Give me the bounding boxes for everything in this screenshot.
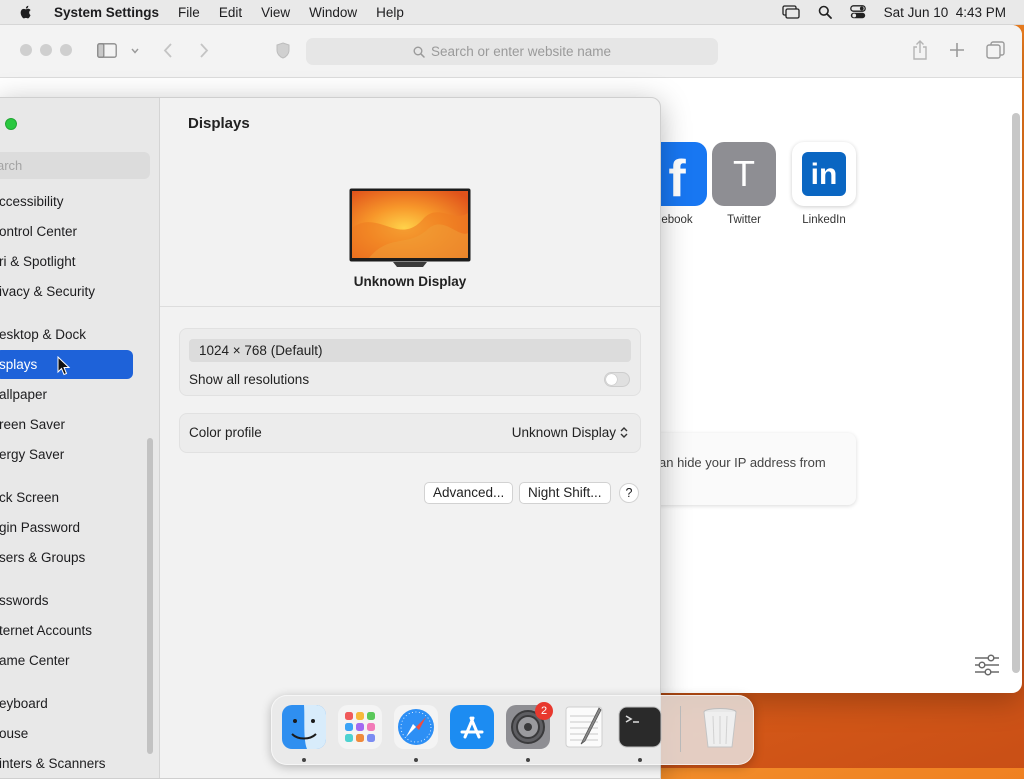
system-settings-window: arch ccessibility ontrol Center ri & Spo… — [0, 97, 661, 779]
forward-arrow-icon[interactable] — [199, 43, 209, 58]
facebook-glyph: f — [668, 150, 686, 208]
menu-file[interactable]: File — [178, 5, 200, 20]
sidebar-item-screen-saver[interactable]: reen Saver — [0, 410, 133, 439]
app-store-icon[interactable] — [449, 704, 495, 750]
page-title: Displays — [188, 115, 250, 132]
favorite-label: LinkedIn — [802, 214, 846, 226]
running-indicator — [638, 758, 642, 762]
menu-window[interactable]: Window — [309, 5, 357, 20]
running-indicator — [302, 758, 306, 762]
resolution-option-default[interactable]: 1024 × 768 (Default) — [189, 339, 631, 362]
show-all-resolutions-toggle[interactable] — [604, 372, 630, 387]
display-monitor-icon[interactable] — [349, 188, 471, 268]
twitter-icon: T — [712, 142, 776, 206]
menu-bar: System Settings File Edit View Window He… — [0, 0, 1024, 25]
sidebar-item-privacy-security[interactable]: ivacy & Security — [0, 277, 133, 306]
running-indicator — [414, 758, 418, 762]
trash-icon[interactable] — [697, 704, 743, 750]
sliders-icon[interactable] — [974, 654, 1000, 676]
color-profile-label: Color profile — [189, 425, 262, 440]
search-icon — [413, 46, 425, 58]
sidebar-item-login-password[interactable]: gin Password — [0, 513, 133, 542]
textedit-icon[interactable] — [561, 704, 607, 750]
safari-toolbar: Search or enter website name — [0, 25, 1022, 78]
resolution-group: 1024 × 768 (Default) Show all resolution… — [179, 328, 641, 396]
menu-app-name[interactable]: System Settings — [54, 5, 159, 20]
menu-help[interactable]: Help — [376, 5, 404, 20]
sidebar-item-desktop-dock[interactable]: esktop & Dock — [0, 320, 133, 349]
spotlight-search-icon[interactable] — [818, 5, 832, 19]
menu-edit[interactable]: Edit — [219, 5, 242, 20]
advanced-button[interactable]: Advanced... — [424, 482, 514, 504]
sidebar-item-energy-saver[interactable]: ergy Saver — [0, 440, 133, 469]
color-profile-group: Color profile Unknown Display — [179, 413, 641, 453]
back-arrow-icon[interactable] — [163, 43, 173, 58]
screen-mirroring-icon[interactable] — [782, 5, 800, 19]
apple-menu-icon[interactable] — [18, 4, 34, 20]
safari-scrollbar[interactable] — [1012, 113, 1020, 673]
sidebar-search-placeholder: arch — [0, 158, 23, 173]
linkedin-icon: in — [792, 142, 856, 206]
favorite-label: ebook — [661, 214, 693, 226]
display-name-label: Unknown Display — [353, 274, 467, 289]
zoom-window-button[interactable] — [60, 44, 72, 56]
favorite-linkedin[interactable]: in LinkedIn — [784, 142, 864, 226]
zoom-window-button[interactable] — [5, 118, 17, 130]
sidebar-item-internet-accounts[interactable]: ternet Accounts — [0, 616, 133, 645]
help-button[interactable]: ? — [619, 483, 639, 503]
notification-badge: 2 — [535, 702, 553, 720]
color-profile-popup[interactable]: Unknown Display — [512, 425, 628, 440]
launchpad-icon[interactable] — [337, 704, 383, 750]
sidebar-item-control-center[interactable]: ontrol Center — [0, 217, 133, 246]
sidebar-item-passwords[interactable]: sswords — [0, 586, 133, 615]
tab-overview-icon[interactable] — [986, 41, 1005, 59]
show-all-resolutions-label: Show all resolutions — [189, 372, 310, 387]
night-shift-button[interactable]: Night Shift... — [519, 482, 611, 504]
favorite-label: Twitter — [727, 214, 761, 226]
address-placeholder: Search or enter website name — [430, 44, 612, 59]
menu-clock[interactable]: Sat Jun 10 4:43 PM — [884, 5, 1006, 20]
sidebar-item-mouse[interactable]: ouse — [0, 719, 133, 748]
address-bar[interactable]: Search or enter website name — [306, 38, 718, 65]
sidebar-item-siri-spotlight[interactable]: ri & Spotlight — [0, 247, 133, 276]
color-profile-value: Unknown Display — [511, 425, 616, 440]
chevron-down-icon[interactable] — [131, 48, 139, 54]
terminal-icon[interactable] — [617, 704, 663, 750]
chevron-up-down-icon — [620, 427, 628, 438]
share-icon[interactable] — [912, 40, 928, 60]
sidebar-item-accessibility[interactable]: ccessibility — [0, 187, 133, 216]
close-window-button[interactable] — [20, 44, 32, 56]
settings-sidebar: arch ccessibility ontrol Center ri & Spo… — [0, 98, 160, 778]
privacy-report-card[interactable]: an hide your IP address from — [640, 433, 856, 505]
dock: 2 — [271, 695, 754, 765]
sidebar-item-keyboard[interactable]: eyboard — [0, 689, 133, 718]
safari-icon[interactable] — [393, 704, 439, 750]
privacy-report-text: an hide your IP address from — [659, 455, 826, 470]
mouse-pointer-icon — [57, 356, 71, 376]
dock-divider — [680, 706, 681, 752]
sidebar-item-printers-scanners[interactable]: inters & Scanners — [0, 749, 133, 778]
sidebar-search-input[interactable]: arch — [0, 152, 150, 179]
display-preview-area: Displays Unknown Display — [160, 98, 660, 307]
sidebar-item-wallpaper[interactable]: allpaper — [0, 380, 133, 409]
displays-pane: Displays Unknown Display 1024 × 768 (Def… — [160, 98, 660, 778]
running-indicator — [526, 758, 530, 762]
sidebar-scrollbar[interactable] — [147, 438, 153, 754]
twitter-glyph: T — [733, 153, 755, 194]
minimize-window-button[interactable] — [40, 44, 52, 56]
sidebar-item-game-center[interactable]: ame Center — [0, 646, 133, 675]
linkedin-glyph: in — [802, 152, 846, 196]
new-tab-icon[interactable] — [949, 42, 965, 58]
sidebar-item-users-groups[interactable]: sers & Groups — [0, 543, 133, 572]
finder-icon[interactable] — [281, 704, 327, 750]
sidebar-item-lock-screen[interactable]: ck Screen — [0, 483, 133, 512]
sidebar-toggle-icon[interactable] — [97, 43, 117, 58]
favorite-twitter[interactable]: T Twitter — [704, 142, 784, 226]
privacy-shield-icon[interactable] — [276, 42, 290, 59]
control-center-icon[interactable] — [849, 5, 866, 19]
menu-view[interactable]: View — [261, 5, 290, 20]
